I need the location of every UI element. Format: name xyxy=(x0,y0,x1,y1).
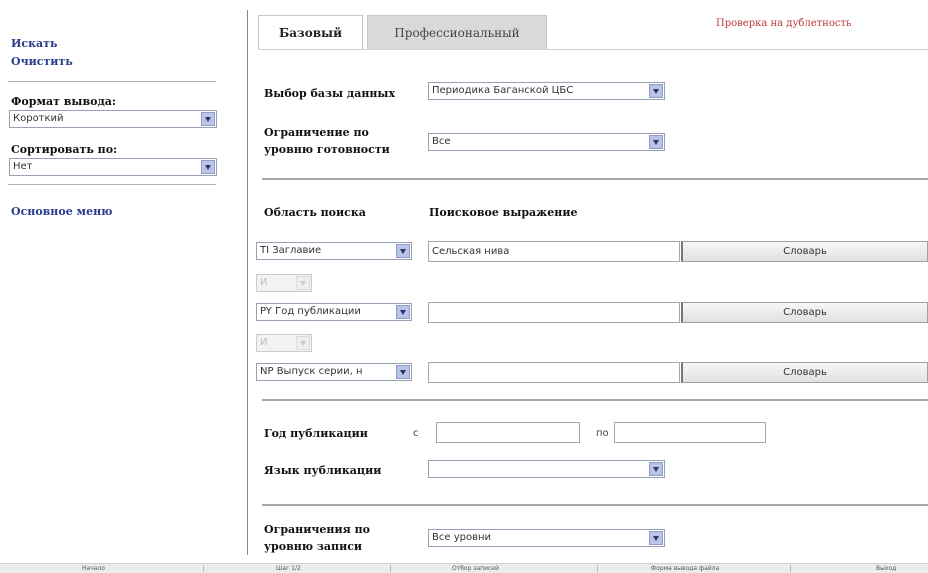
chevron-down-icon xyxy=(296,336,310,350)
chevron-down-icon xyxy=(649,462,663,476)
section-divider xyxy=(262,178,928,180)
readiness-value: Все xyxy=(432,136,451,147)
search-expression-header: Поисковое выражение xyxy=(429,206,578,219)
record-level-label-line2: уровню записи xyxy=(264,540,363,553)
database-label: Выбор базы данных xyxy=(264,87,396,100)
year-from-input[interactable] xyxy=(436,422,580,443)
chevron-down-icon xyxy=(396,305,410,319)
database-value: Периодика Баганской ЦБС xyxy=(432,85,574,96)
chevron-down-icon xyxy=(396,244,410,258)
sidebar-divider xyxy=(8,81,216,82)
sort-select[interactable]: Нет xyxy=(9,158,217,176)
section-divider xyxy=(262,504,928,506)
logic-operator-select-1[interactable]: И xyxy=(256,274,312,292)
search-field-value-1: TI Заглавие xyxy=(260,245,322,256)
duplicate-check-link[interactable]: Проверка на дублетность xyxy=(716,18,851,29)
chevron-down-icon xyxy=(396,365,410,379)
footer-divider xyxy=(790,565,791,572)
search-field-value-3: NP Выпуск серии, н xyxy=(260,366,363,377)
dictionary-button-1[interactable]: Словарь xyxy=(681,241,928,262)
sort-value: Нет xyxy=(13,161,33,172)
record-level-select[interactable]: Все уровни xyxy=(428,529,665,547)
chevron-down-icon xyxy=(296,276,310,290)
readiness-label-line1: Ограничение по xyxy=(264,126,369,139)
year-from-label: с xyxy=(413,428,419,439)
search-field-select-1[interactable]: TI Заглавие xyxy=(256,242,412,260)
chevron-down-icon xyxy=(649,135,663,149)
clear-link[interactable]: Очистить xyxy=(11,55,73,68)
search-term-input-2[interactable] xyxy=(428,302,680,323)
record-level-label-line1: Ограничения по xyxy=(264,523,370,536)
search-field-select-2[interactable]: PY Год публикации xyxy=(256,303,412,321)
footer-nav: Начало Шаг 1/2 Отбор записей Форма вывод… xyxy=(0,563,928,573)
output-format-label: Формат вывода: xyxy=(11,95,116,108)
readiness-select[interactable]: Все xyxy=(428,133,665,151)
logic-operator-select-2[interactable]: И xyxy=(256,334,312,352)
footer-link-step[interactable]: Шаг 1/2 xyxy=(276,564,301,573)
chevron-down-icon xyxy=(649,84,663,98)
tab-underline xyxy=(258,49,928,50)
sort-label: Сортировать по: xyxy=(11,143,118,156)
chevron-down-icon xyxy=(649,531,663,545)
search-term-input-1[interactable]: Сельская нива xyxy=(428,241,680,262)
search-link[interactable]: Искать xyxy=(11,37,57,50)
readiness-label-line2: уровню готовности xyxy=(264,143,390,156)
dictionary-button-3[interactable]: Словарь xyxy=(681,362,928,383)
footer-link-start[interactable]: Начало xyxy=(82,564,105,573)
language-label: Язык публикации xyxy=(264,464,382,477)
panel-divider xyxy=(247,10,248,555)
search-field-value-2: PY Год публикации xyxy=(260,306,361,317)
chevron-down-icon xyxy=(201,160,215,174)
chevron-down-icon xyxy=(201,112,215,126)
database-select[interactable]: Периодика Баганской ЦБС xyxy=(428,82,665,100)
sidebar: Искать Очистить Формат вывода: Короткий … xyxy=(0,0,232,573)
year-to-input[interactable] xyxy=(614,422,766,443)
main-menu-link[interactable]: Основное меню xyxy=(11,205,112,218)
footer-divider xyxy=(597,565,598,572)
footer-link-records[interactable]: Отбор записей xyxy=(452,564,499,573)
dictionary-button-2[interactable]: Словарь xyxy=(681,302,928,323)
year-label: Год публикации xyxy=(264,427,368,440)
year-to-label: по xyxy=(596,428,609,439)
search-area-header: Область поиска xyxy=(264,206,366,219)
record-level-value: Все уровни xyxy=(432,532,492,543)
logic-operator-value-1: И xyxy=(260,277,268,288)
footer-divider xyxy=(390,565,391,572)
output-format-select[interactable]: Короткий xyxy=(9,110,217,128)
tab-basic[interactable]: Базовый xyxy=(258,15,363,50)
section-divider xyxy=(262,399,928,401)
footer-link-exit[interactable]: Выход xyxy=(876,564,896,573)
language-select[interactable] xyxy=(428,460,665,478)
search-term-input-3[interactable] xyxy=(428,362,680,383)
footer-divider xyxy=(203,565,204,572)
tab-professional[interactable]: Профессиональный xyxy=(367,15,547,50)
search-field-select-3[interactable]: NP Выпуск серии, н xyxy=(256,363,412,381)
logic-operator-value-2: И xyxy=(260,337,268,348)
sidebar-divider xyxy=(8,184,216,185)
footer-link-output-form[interactable]: Форма вывода файла xyxy=(651,564,719,573)
output-format-value: Короткий xyxy=(13,113,64,124)
